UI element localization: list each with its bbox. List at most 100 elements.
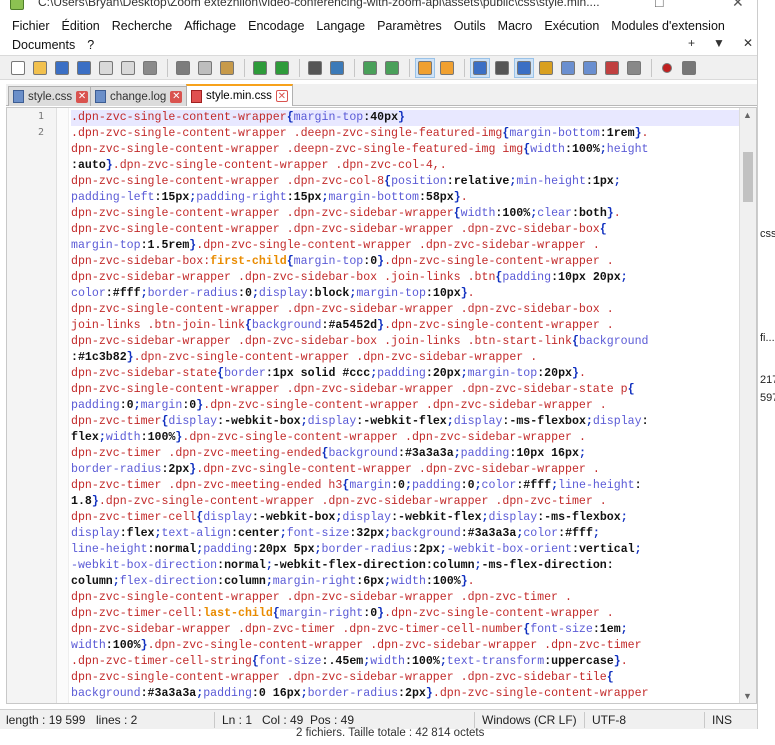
replace-button[interactable] <box>327 58 347 78</box>
menu-parametres[interactable]: Paramètres <box>371 19 448 33</box>
code-line[interactable]: dpn-zvc-single-content-wrapper .dpn-zvc-… <box>71 206 739 222</box>
code-line[interactable]: dpn-zvc-single-content-wrapper .dpn-zvc-… <box>71 590 739 606</box>
copy-button[interactable] <box>195 58 215 78</box>
record-macro-button[interactable] <box>657 58 677 78</box>
code-line[interactable]: dpn-zvc-single-content-wrapper .dpn-zvc-… <box>71 382 739 398</box>
code-line[interactable]: :auto}.dpn-zvc-single-content-wrapper .d… <box>71 158 739 174</box>
vertical-scrollbar[interactable]: ▲ ▼ <box>739 108 756 703</box>
menu-modules-d-extension[interactable]: Modules d'extension <box>605 19 731 33</box>
tab-close-icon[interactable]: ✕ <box>275 90 288 102</box>
zoom-in-button[interactable] <box>360 58 380 78</box>
code-line[interactable]: -webkit-box-direction:normal;-webkit-fle… <box>71 558 739 574</box>
code-line[interactable]: background:#3a3a3a;padding:0 16px;border… <box>71 686 739 702</box>
tab-close-icon[interactable]: ✕ <box>76 90 89 103</box>
menu-macro[interactable]: Macro <box>492 19 539 33</box>
status-eol[interactable]: Windows (CR LF) <box>482 713 577 727</box>
print-button[interactable] <box>140 58 160 78</box>
code-line[interactable]: color:#fff;border-radius:0;display:block… <box>71 286 739 302</box>
code-line[interactable]: padding:0;margin:0}.dpn-zvc-single-conte… <box>71 398 739 414</box>
tab-style-css[interactable]: style.css ✕ <box>8 86 94 106</box>
code-line[interactable]: dpn-zvc-single-content-wrapper .dpn-zvc-… <box>71 670 739 686</box>
code-line[interactable]: :#1c3b82}.dpn-zvc-single-content-wrapper… <box>71 350 739 366</box>
code-line[interactable]: dpn-zvc-sidebar-wrapper .dpn-zvc-sidebar… <box>71 270 739 286</box>
close-button[interactable] <box>96 58 116 78</box>
code-line[interactable]: dpn-zvc-timer .dpn-zvc-meeting-ended h3{… <box>71 478 739 494</box>
save-button[interactable] <box>52 58 72 78</box>
code-token: display <box>258 287 308 300</box>
code-line[interactable]: border-radius:2px}.dpn-zvc-single-conten… <box>71 462 739 478</box>
status-encoding[interactable]: UTF-8 <box>592 713 626 727</box>
scroll-thumb[interactable] <box>743 152 753 202</box>
restore-icon[interactable]: □ <box>655 0 663 10</box>
find-button[interactable] <box>305 58 325 78</box>
function-list-button[interactable] <box>580 58 600 78</box>
code-line[interactable]: dpn-zvc-sidebar-box:first-child{margin-t… <box>71 254 739 270</box>
editor[interactable]: 1 2 .dpn-zvc-single-content-wrapper{marg… <box>6 107 757 704</box>
menu-affichage[interactable]: Affichage <box>178 19 242 33</box>
scroll-down-icon[interactable]: ▼ <box>743 691 752 701</box>
zoom-out-button[interactable] <box>382 58 402 78</box>
code-line[interactable]: dpn-zvc-sidebar-wrapper .dpn-zvc-timer .… <box>71 622 739 638</box>
code-line[interactable]: column;flex-direction:column;margin-righ… <box>71 574 739 590</box>
code-line[interactable]: dpn-zvc-single-content-wrapper .dpn-zvc-… <box>71 302 739 318</box>
menu-edition[interactable]: Édition <box>56 19 106 33</box>
code-line[interactable]: dpn-zvc-sidebar-wrapper .dpn-zvc-sidebar… <box>71 334 739 350</box>
code-line[interactable]: 1.8}.dpn-zvc-single-content-wrapper .dpn… <box>71 494 739 510</box>
code-line[interactable]: line-height:normal;padding:20px 5px;bord… <box>71 542 739 558</box>
menu-recherche[interactable]: Recherche <box>106 19 178 33</box>
stop-record-button[interactable] <box>679 58 699 78</box>
code-line[interactable]: display:flex;text-align:center;font-size… <box>71 526 739 542</box>
code-line[interactable]: margin-top:1.5rem}.dpn-zvc-single-conten… <box>71 238 739 254</box>
code-line[interactable]: dpn-zvc-timer-cell{display:-webkit-box;d… <box>71 510 739 526</box>
status-insert-mode[interactable]: INS <box>712 713 732 727</box>
document-list-icon[interactable]: ▼ <box>713 36 725 50</box>
code-line[interactable]: flex;width:100%}.dpn-zvc-single-content-… <box>71 430 739 446</box>
code-line[interactable]: .dpn-zvc-single-content-wrapper{margin-t… <box>71 110 739 126</box>
code-area[interactable]: .dpn-zvc-single-content-wrapper{margin-t… <box>71 110 739 702</box>
code-line[interactable]: .dpn-zvc-timer-cell-string{font-size:.45… <box>71 654 739 670</box>
udl-button[interactable] <box>536 58 556 78</box>
menu-documents[interactable]: Documents <box>6 38 81 52</box>
monitor-button[interactable] <box>624 58 644 78</box>
folder-workspace-button[interactable] <box>602 58 622 78</box>
code-line[interactable]: dpn-zvc-timer .dpn-zvc-meeting-ended{bac… <box>71 446 739 462</box>
code-line[interactable]: dpn-zvc-single-content-wrapper .dpn-zvc-… <box>71 222 739 238</box>
new-file-button[interactable] <box>8 58 28 78</box>
tab-close-icon[interactable]: ✕ <box>170 90 183 103</box>
menu-help[interactable]: ? <box>81 38 100 52</box>
code-line[interactable]: dpn-zvc-timer{display:-webkit-box;displa… <box>71 414 739 430</box>
open-file-button[interactable] <box>30 58 50 78</box>
word-wrap-button[interactable] <box>470 57 490 78</box>
code-line[interactable]: dpn-zvc-sidebar-state{border:1px solid #… <box>71 366 739 382</box>
code-line[interactable]: padding-left:15px;padding-right:15px;mar… <box>71 190 739 206</box>
code-line[interactable]: dpn-zvc-single-content-wrapper .dpn-zvc-… <box>71 174 739 190</box>
menu-fichier[interactable]: Fichier <box>6 19 56 33</box>
code-line[interactable]: join-links .btn-join-link{background:#a5… <box>71 318 739 334</box>
new-document-icon[interactable]: + <box>688 36 695 50</box>
paste-button[interactable] <box>217 58 237 78</box>
code-line[interactable]: dpn-zvc-single-content-wrapper .deepn-zv… <box>71 142 739 158</box>
code-line[interactable]: .dpn-zvc-single-content-wrapper .deepn-z… <box>71 126 739 142</box>
code-token: ; <box>251 287 259 300</box>
code-line[interactable]: width:100%}.dpn-zvc-single-content-wrapp… <box>71 638 739 654</box>
redo-button[interactable] <box>272 58 292 78</box>
menu-outils[interactable]: Outils <box>448 19 492 33</box>
close-document-icon[interactable]: ✕ <box>743 36 753 50</box>
sync-vertical-button[interactable] <box>415 57 435 78</box>
cut-button[interactable] <box>173 58 193 78</box>
doc-map-button[interactable] <box>558 58 578 78</box>
sync-horizontal-button[interactable] <box>437 58 457 78</box>
close-window-icon[interactable]: ✕ <box>732 0 744 11</box>
close-all-button[interactable] <box>118 58 138 78</box>
menu-langage[interactable]: Langage <box>310 19 371 33</box>
tab-style-min-css[interactable]: style.min.css ✕ <box>186 84 293 106</box>
menu-encodage[interactable]: Encodage <box>242 19 310 33</box>
scroll-up-icon[interactable]: ▲ <box>743 110 752 120</box>
tab-change-log[interactable]: change.log ✕ <box>90 86 188 106</box>
menu-execution[interactable]: Exécution <box>538 19 605 33</box>
code-line[interactable]: dpn-zvc-timer-cell:last-child{margin-rig… <box>71 606 739 622</box>
save-all-button[interactable] <box>74 58 94 78</box>
undo-button[interactable] <box>250 58 270 78</box>
indent-guide-button[interactable] <box>514 57 534 78</box>
show-all-chars-button[interactable] <box>492 58 512 78</box>
